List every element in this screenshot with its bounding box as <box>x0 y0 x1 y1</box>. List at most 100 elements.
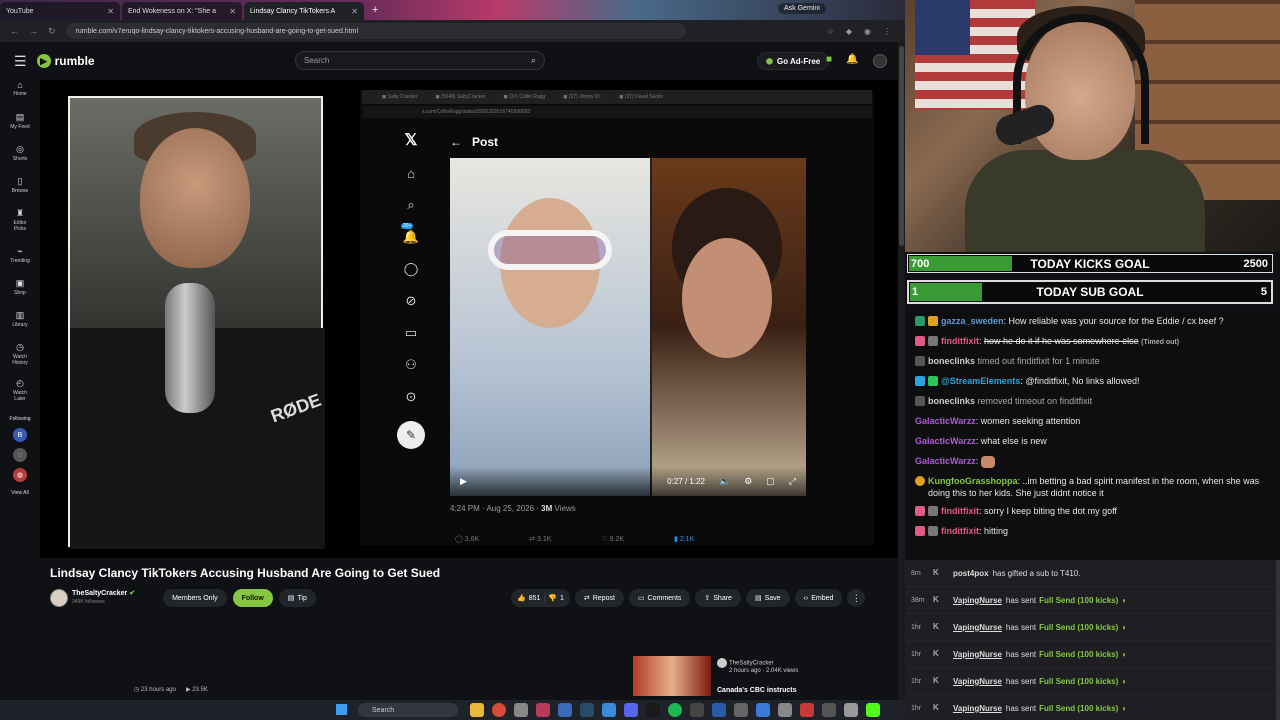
share-button[interactable]: ⇪ Share <box>695 589 741 607</box>
chat-username[interactable]: finditfixit <box>941 526 979 536</box>
upload-icon[interactable]: ■ <box>826 54 832 68</box>
steam-icon[interactable] <box>580 703 594 717</box>
star-icon[interactable]: ☆ <box>827 27 834 36</box>
app-icon[interactable] <box>646 703 660 717</box>
related-thumbnail[interactable] <box>633 656 711 696</box>
events-scrollbar[interactable] <box>1276 560 1280 720</box>
chat-username[interactable]: boneclinks <box>928 356 975 366</box>
event-user[interactable]: VapingNurse <box>953 704 1002 713</box>
following-channel-avatar[interactable]: ◌ <box>13 448 27 462</box>
chat-username[interactable]: finditfixit <box>941 506 979 516</box>
chat-text: women seeking attention <box>980 416 1081 426</box>
app-icon[interactable] <box>756 703 770 717</box>
sidebar-item-editor-picks[interactable]: ♜ Editor Picks <box>0 208 40 242</box>
save-button[interactable]: ▤ Save <box>745 589 790 607</box>
tab-rumble[interactable]: Lindsay Clancy TikTokers A ✕ <box>244 2 364 20</box>
app-icon[interactable] <box>822 703 836 717</box>
downvote-icon[interactable]: 👎 <box>548 594 557 602</box>
chat-username[interactable]: KungfooGrasshoppa <box>928 476 1018 486</box>
close-icon[interactable]: ✕ <box>107 7 114 16</box>
sidebar-item-home[interactable]: ⌂ Home <box>0 80 40 108</box>
sidebar-item-watch-history[interactable]: ◷ Watch History <box>0 342 40 374</box>
app-icon[interactable] <box>866 703 880 717</box>
go-ad-free-button[interactable]: ⬢ Go Ad-Free <box>757 52 830 70</box>
event-user[interactable]: VapingNurse <box>953 650 1002 659</box>
file-explorer-icon[interactable] <box>470 703 484 717</box>
sidebar-item-browse[interactable]: ▯ Browse <box>0 176 40 204</box>
channel-avatar[interactable] <box>50 589 68 607</box>
chat-username[interactable]: @StreamElements <box>941 376 1020 386</box>
menu-icon[interactable]: ⋮ <box>883 27 891 36</box>
page-scrollbar[interactable] <box>898 42 905 700</box>
sidebar-item-shorts[interactable]: ◎ Shorts <box>0 144 40 172</box>
scrollbar-thumb[interactable] <box>899 46 904 246</box>
event-user[interactable]: VapingNurse <box>953 623 1002 632</box>
chat-username[interactable]: GalacticWarzz <box>915 456 976 466</box>
back-icon[interactable]: ← <box>10 26 19 36</box>
app-icon[interactable] <box>778 703 792 717</box>
play-icon: ▶ <box>460 475 467 486</box>
app-icon[interactable] <box>800 703 814 717</box>
notifications-icon[interactable]: 🔔 <box>846 54 858 68</box>
spotify-icon[interactable] <box>668 703 682 717</box>
discord-icon[interactable] <box>624 703 638 717</box>
profile-icon: ⚇ <box>405 357 417 372</box>
members-only-button[interactable]: Members Only <box>163 589 227 607</box>
url-field[interactable]: rumble.com/v7eruqo-lindsay-clancy-tiktok… <box>65 23 686 39</box>
view-all-link[interactable]: View All <box>0 490 40 496</box>
chat-username[interactable]: GalacticWarzz <box>915 436 976 446</box>
app-icon[interactable] <box>690 703 704 717</box>
more-options-icon[interactable]: ⋮ <box>847 589 866 607</box>
event-user[interactable]: VapingNurse <box>953 677 1002 686</box>
channel-info[interactable]: TheSaltyCracker ✔ 349K followers <box>72 589 135 607</box>
rumble-logo[interactable]: ▶ rumble <box>36 54 95 68</box>
new-tab-icon[interactable]: + <box>372 4 378 16</box>
windows-start-icon[interactable] <box>336 704 347 715</box>
related-title[interactable]: Canada's CBC instructs <box>717 687 798 694</box>
sidebar-item-library[interactable]: ▥ Library <box>0 310 40 338</box>
app-icon[interactable] <box>734 703 748 717</box>
extension-icon[interactable]: ◆ <box>846 27 852 36</box>
comments-button[interactable]: ▭ Comments <box>628 589 691 607</box>
app-icon[interactable] <box>536 703 550 717</box>
follow-button[interactable]: Follow <box>232 589 273 607</box>
tab-end-wokeness[interactable]: End Wokeness on X: "She a ✕ <box>122 2 242 20</box>
app-icon[interactable] <box>712 703 726 717</box>
upvote-icon[interactable]: 👍 <box>517 594 526 602</box>
close-icon[interactable]: ✕ <box>229 7 236 16</box>
chat-username[interactable]: GalacticWarzz <box>915 416 976 426</box>
chat-username[interactable]: gazza_sweden <box>941 316 1004 326</box>
chat-username[interactable]: boneclinks <box>928 396 975 406</box>
repost-button[interactable]: ⇄ Repost <box>574 589 624 607</box>
search-icon[interactable]: ⌕ <box>531 55 536 66</box>
reload-icon[interactable]: ↻ <box>48 26 56 37</box>
close-icon[interactable]: ✕ <box>351 7 358 16</box>
following-channel-avatar[interactable]: ◍ <box>13 468 27 482</box>
ask-gemini-button[interactable]: Ask Gemini <box>778 3 826 14</box>
extension-icon[interactable]: ◉ <box>864 27 871 36</box>
taskbar-search[interactable]: Search <box>358 703 458 717</box>
sidebar-item-trending[interactable]: ⌁ Trending <box>0 246 40 274</box>
embed-button[interactable]: ‹› Embed <box>794 589 843 607</box>
event-time: 1hr <box>911 677 922 685</box>
forward-icon[interactable]: → <box>29 26 38 36</box>
sidebar-item-shop[interactable]: ▣ Shop <box>0 278 40 306</box>
search-input[interactable]: Search ⌕ <box>295 51 545 70</box>
app-icon[interactable] <box>602 703 616 717</box>
video-player[interactable]: RØDE ◼ Salty Cracker ◼ (5048) SaltyCracke… <box>40 80 898 558</box>
hamburger-menu-icon[interactable]: ☰ <box>14 53 27 70</box>
app-icon[interactable] <box>844 703 858 717</box>
sidebar-item-my-feed[interactable]: ▤ My Feed <box>0 112 40 140</box>
sidebar-item-watch-later[interactable]: ◴ Watch Later <box>0 378 40 410</box>
chrome-icon[interactable] <box>492 703 506 717</box>
tab-youtube[interactable]: YouTube ✕ <box>0 2 120 20</box>
event-user[interactable]: post4pox <box>953 569 989 578</box>
tip-button[interactable]: ▤ Tip <box>278 589 316 607</box>
app-icon[interactable] <box>514 703 528 717</box>
app-icon[interactable] <box>558 703 572 717</box>
related-video[interactable]: TheSaltyCracker 2 hours ago · 2.04K view… <box>633 656 893 696</box>
chat-username[interactable]: finditfixit <box>941 336 979 346</box>
user-avatar[interactable] <box>872 54 887 68</box>
following-channel-avatar[interactable]: B <box>13 428 27 442</box>
event-user[interactable]: VapingNurse <box>953 596 1002 605</box>
